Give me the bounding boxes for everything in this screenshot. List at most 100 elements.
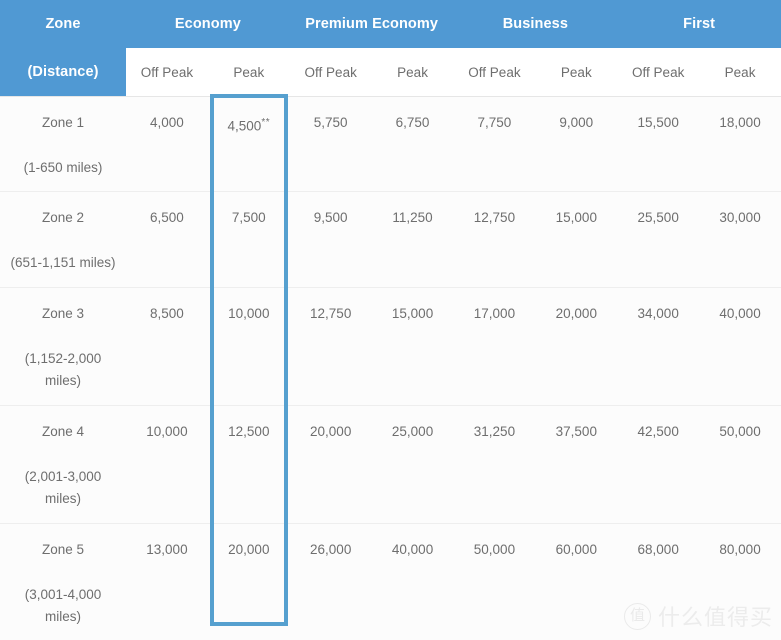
subheader-business-offpeak: Off Peak	[453, 48, 536, 97]
zone-name: Zone 2	[41, 210, 85, 225]
zone-cell: Zone 4 (2,001-3,000 miles)	[0, 405, 126, 524]
zone-cell: Zone 2 (651-1,151 miles)	[0, 191, 126, 288]
table-row: Zone 1 (1-650 miles) 4,000 4,500** 5,750 6,75…	[0, 96, 781, 192]
award-value-cell: 12,500	[207, 405, 290, 524]
award-value-cell: 34,000	[617, 287, 700, 406]
zone-cell: Zone 5 (3,001-4,000 miles)	[0, 523, 126, 640]
award-value-cell: 9,500	[289, 191, 372, 288]
award-value: 20,000	[310, 424, 352, 439]
award-value-cell: 6,750	[371, 96, 454, 192]
award-value-cell: 60,000	[535, 523, 618, 640]
zone-header-title: Zone	[45, 16, 81, 32]
award-value-cell: 30,000	[699, 191, 781, 288]
award-value: 50,000	[719, 424, 761, 439]
subheader-business-peak: Peak	[535, 48, 618, 97]
award-value-cell: 15,500	[617, 96, 700, 192]
award-value-cell: 11,250	[371, 191, 454, 288]
award-value: 34,000	[637, 306, 679, 321]
award-value: 18,000	[719, 115, 761, 130]
award-value-cell: 7,500	[207, 191, 290, 288]
footnote-marker: **	[261, 117, 271, 128]
award-value: 13,000	[146, 542, 188, 557]
award-value: 40,000	[719, 306, 761, 321]
zone-distance: (1,152-2,000 miles)	[24, 351, 102, 388]
award-value: 7,750	[477, 115, 512, 130]
table-row: Zone 3 (1,152-2,000 miles) 8,500 10,000 12,7…	[0, 287, 781, 406]
award-value-cell: 4,500**	[207, 96, 290, 192]
award-value-cell: 20,000	[535, 287, 618, 406]
award-value-cell: 31,250	[453, 405, 536, 524]
zone-name: Zone 5	[41, 542, 85, 557]
award-value: 25,000	[391, 424, 434, 439]
award-value: 10,000	[146, 424, 188, 439]
award-value-cell: 18,000	[699, 96, 781, 192]
subheader-first-peak: Peak	[699, 48, 781, 97]
award-value: 20,000	[555, 306, 597, 321]
subheader-first-offpeak: Off Peak	[617, 48, 700, 97]
table-row: Zone 2 (651-1,151 miles) 6,500 7,500 9,500 11…	[0, 191, 781, 288]
award-value-cell: 40,000	[699, 287, 781, 406]
zone-header-subtitle: (Distance)	[27, 64, 99, 80]
table-body: Zone 1 (1-650 miles) 4,000 4,500** 5,750 6,75…	[0, 96, 781, 640]
award-value-cell: 10,000	[207, 287, 290, 406]
award-value: 9,000	[559, 115, 594, 130]
award-value: 10,000	[228, 306, 270, 321]
award-value: 42,500	[637, 424, 679, 439]
award-value: 11,250	[392, 210, 433, 225]
award-chart-container: Zone (Distance) Economy Premium Economy …	[0, 0, 781, 640]
award-value: 15,000	[555, 210, 597, 225]
cabin-header-premium-economy: Premium Economy	[289, 0, 454, 48]
zone-distance: (1-650 miles)	[23, 160, 103, 175]
award-value: 15,500	[637, 115, 679, 130]
award-value: 20,000	[228, 542, 270, 557]
award-value-cell: 12,750	[453, 191, 536, 288]
cabin-header-economy: Economy	[126, 0, 290, 48]
award-value-cell: 25,500	[617, 191, 700, 288]
award-value: 50,000	[473, 542, 516, 557]
zone-distance: (651-1,151 miles)	[10, 255, 116, 270]
zone-cell: Zone 1 (1-650 miles)	[0, 96, 126, 192]
award-value-cell: 40,000	[371, 523, 454, 640]
award-value-cell: 50,000	[453, 523, 536, 640]
zone-header-cell: Zone (Distance)	[0, 0, 126, 97]
award-value: 17,000	[473, 306, 516, 321]
subheader-economy-offpeak: Off Peak	[126, 48, 208, 97]
award-value-cell: 5,750	[289, 96, 372, 192]
table-header: Zone (Distance) Economy Premium Economy …	[0, 0, 781, 97]
award-value: 25,500	[637, 210, 679, 225]
zone-distance: (2,001-3,000 miles)	[24, 469, 102, 506]
award-value-cell: 25,000	[371, 405, 454, 524]
award-value-cell: 7,750	[453, 96, 536, 192]
award-value-cell: 42,500	[617, 405, 700, 524]
award-value-cell: 20,000	[207, 523, 290, 640]
award-value: 26,000	[310, 542, 352, 557]
award-value: 8,500	[150, 306, 184, 321]
award-value: 9,500	[313, 210, 348, 225]
award-value: 4,000	[150, 115, 184, 130]
award-value-cell: 9,000	[535, 96, 618, 192]
award-value: 80,000	[719, 542, 761, 557]
zone-distance: (3,001-4,000 miles)	[24, 587, 102, 624]
subheader-premium-economy-offpeak: Off Peak	[289, 48, 372, 97]
subheader-premium-economy-peak: Peak	[371, 48, 454, 97]
award-value: 7,500	[231, 210, 266, 225]
award-value-cell: 17,000	[453, 287, 536, 406]
award-value: 60,000	[555, 542, 597, 557]
cabin-header-first: First	[617, 0, 781, 48]
award-value-cell: 15,000	[535, 191, 618, 288]
award-value-cell: 20,000	[289, 405, 372, 524]
award-chart-table: Zone (Distance) Economy Premium Economy …	[0, 0, 781, 640]
award-value: 12,500	[228, 424, 270, 439]
award-value: 30,000	[719, 210, 761, 225]
cabin-header-business: Business	[453, 0, 618, 48]
award-value: 6,750	[395, 115, 430, 130]
award-value: 12,750	[310, 306, 352, 321]
zone-cell: Zone 3 (1,152-2,000 miles)	[0, 287, 126, 406]
award-value-cell: 6,500	[126, 191, 208, 288]
award-value-cell: 4,000	[126, 96, 208, 192]
award-value: 37,500	[555, 424, 597, 439]
award-value: 5,750	[313, 115, 348, 130]
award-value: 4,500**	[227, 117, 271, 134]
award-value-cell: 15,000	[371, 287, 454, 406]
award-value-cell: 68,000	[617, 523, 700, 640]
